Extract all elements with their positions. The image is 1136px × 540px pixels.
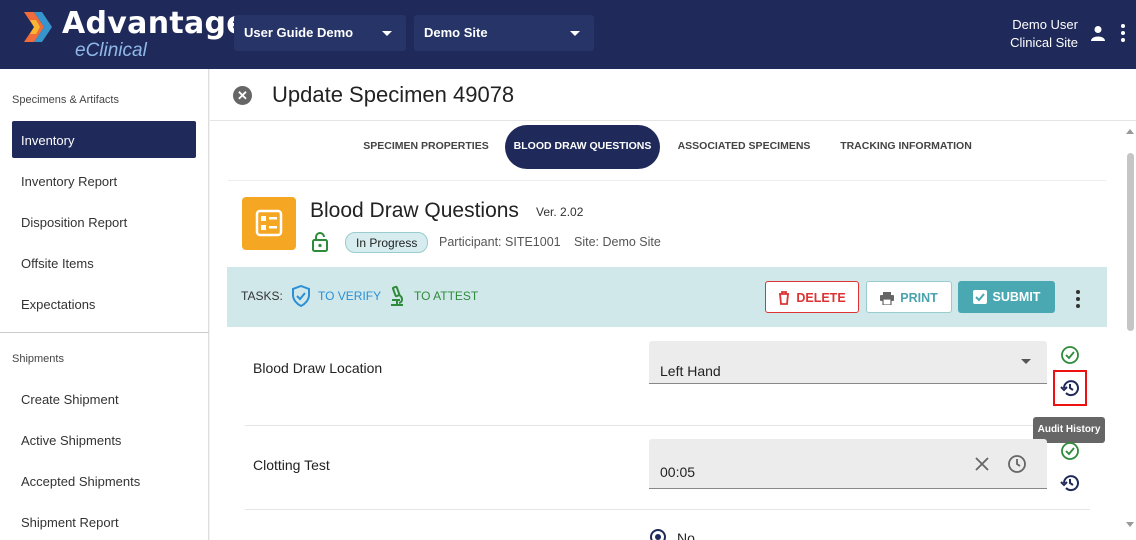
site-label: Site: Demo Site (574, 235, 661, 249)
user-name: Demo User (1012, 17, 1078, 32)
print-label: PRINT (900, 291, 938, 305)
task-to-attest[interactable]: TO ATTEST (414, 289, 478, 303)
more-vert-icon[interactable] (1075, 290, 1081, 308)
printer-icon (880, 292, 895, 306)
question-label: Blood Draw Location (253, 360, 383, 376)
field-value: Left Hand (660, 363, 721, 379)
scrollbar[interactable] (1124, 125, 1136, 540)
tasks-label: TASKS: (241, 289, 283, 303)
study-select-value: User Guide Demo (244, 25, 354, 40)
history-icon[interactable] (1060, 378, 1080, 398)
form-version: Ver. 2.02 (536, 205, 584, 219)
tab-tracking-information[interactable]: TRACKING INFORMATION (832, 125, 980, 169)
top-bar: Advantage eClinical User Guide Demo Demo… (0, 0, 1136, 69)
sidebar-item-expectations[interactable]: Expectations (12, 285, 196, 322)
sidebar-item-accepted-shipments[interactable]: Accepted Shipments (12, 462, 196, 499)
task-to-verify[interactable]: TO VERIFY (318, 289, 381, 303)
chevron-down-icon (570, 31, 580, 36)
sidebar-item-disposition-report[interactable]: Disposition Report (12, 203, 196, 240)
delete-button[interactable]: DELETE (765, 281, 859, 313)
sidebar-divider (0, 332, 209, 333)
study-select[interactable]: User Guide Demo (234, 15, 406, 51)
scrollbar-thumb[interactable] (1127, 153, 1134, 331)
user-info[interactable]: Demo User Clinical Site (1010, 16, 1078, 52)
tab-bar: SPECIMEN PROPERTIES BLOOD DRAW QUESTIONS… (228, 125, 1106, 181)
sidebar-item-inventory-report[interactable]: Inventory Report (12, 162, 196, 199)
question-row: Clotting Test 00:05 (245, 426, 1090, 510)
tab-specimen-properties[interactable]: SPECIMEN PROPERTIES (348, 125, 504, 169)
clear-icon[interactable] (975, 457, 989, 471)
history-icon[interactable] (1060, 473, 1080, 493)
question-label: Clotting Test (253, 457, 330, 473)
participant-label: Participant: SITE1001 (439, 235, 561, 249)
radio-no-label: No (677, 530, 695, 540)
brand-logo[interactable]: Advantage eClinical (22, 6, 247, 64)
chevron-down-icon (1021, 359, 1031, 364)
site-select[interactable]: Demo Site (414, 15, 594, 51)
radio-no[interactable] (650, 529, 666, 540)
clock-icon[interactable] (1007, 454, 1027, 474)
check-circle-icon (1061, 346, 1079, 364)
verify-shield-icon (292, 285, 310, 307)
title-bar: ✕ Update Specimen 49078 (210, 69, 1136, 121)
submit-button[interactable]: SUBMIT (958, 281, 1055, 313)
logo-icon (24, 12, 52, 42)
submit-label: SUBMIT (992, 290, 1041, 304)
form-title: Blood Draw Questions (310, 199, 519, 222)
sidebar-item-shipment-report[interactable]: Shipment Report (12, 503, 196, 540)
page-title: Update Specimen 49078 (272, 82, 515, 107)
trash-icon (779, 291, 790, 305)
sidebar-item-create-shipment[interactable]: Create Shipment (12, 380, 196, 417)
question-row: Blood Draw Location Left Hand (245, 334, 1090, 426)
close-icon[interactable]: ✕ (233, 86, 252, 105)
sidebar-section-specimens: Specimens & Artifacts (12, 94, 119, 106)
site-select-value: Demo Site (424, 25, 488, 40)
microscope-icon (391, 285, 403, 306)
field-value: 00:05 (660, 464, 696, 480)
status-badge: In Progress (345, 232, 429, 253)
lock-open-icon (312, 232, 328, 252)
blood-draw-location-select[interactable]: Left Hand (649, 341, 1047, 384)
tab-blood-draw-questions[interactable]: BLOOD DRAW QUESTIONS (505, 125, 660, 169)
brand-subtitle: eClinical (75, 40, 147, 61)
chevron-down-icon (382, 31, 392, 36)
user-role: Clinical Site (1010, 35, 1078, 50)
sidebar-item-offsite-items[interactable]: Offsite Items (12, 244, 196, 281)
sidebar-section-shipments: Shipments (12, 353, 64, 365)
scroll-down-arrow[interactable] (1126, 522, 1134, 527)
person-icon[interactable] (1090, 25, 1106, 41)
check-box-icon (972, 290, 987, 304)
sidebar-item-active-shipments[interactable]: Active Shipments (12, 421, 196, 458)
check-circle-icon (1061, 442, 1079, 460)
sidebar: Specimens & Artifacts Inventory Inventor… (0, 69, 209, 540)
clotting-test-input[interactable]: 00:05 (649, 439, 1047, 489)
task-bar: TASKS: TO VERIFY TO ATTEST DELETE PRINT … (227, 267, 1107, 327)
sidebar-item-inventory[interactable]: Inventory (12, 121, 196, 158)
brand-title: Advantage (62, 6, 247, 41)
main-panel: ✕ Update Specimen 49078 SPECIMEN PROPERT… (210, 69, 1136, 540)
print-button[interactable]: PRINT (866, 281, 952, 313)
tab-associated-specimens[interactable]: ASSOCIATED SPECIMENS (670, 125, 818, 169)
more-vert-icon[interactable] (1120, 24, 1126, 42)
scroll-up-arrow[interactable] (1126, 129, 1134, 134)
form-icon (242, 197, 296, 250)
delete-label: DELETE (796, 291, 846, 305)
